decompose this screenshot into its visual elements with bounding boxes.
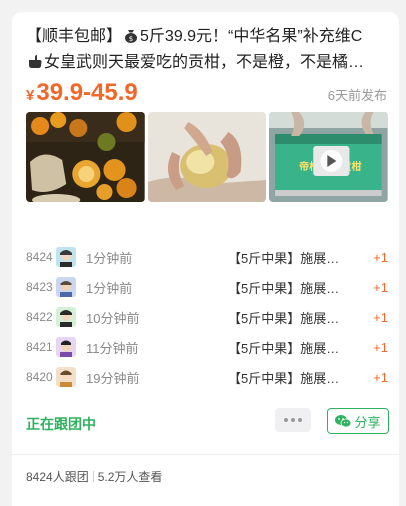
log-row: 8423 1分钟前 【5斤中果】施展… +1	[26, 272, 388, 302]
wechat-icon	[335, 415, 352, 428]
price-range: ¥ 39.9-45.9	[26, 78, 138, 111]
avatar[interactable]	[56, 337, 76, 357]
more-dot	[291, 418, 295, 422]
log-row: 8421 11分钟前 【5斤中果】施展… +1	[26, 332, 388, 362]
product-photo-3[interactable]: 帝柑 贡柑	[269, 112, 389, 202]
followers-count: 8424人跟团	[26, 470, 89, 484]
log-number: 8424	[26, 250, 53, 264]
log-plus: +1	[373, 249, 388, 265]
product-photo-2[interactable]	[147, 112, 267, 202]
avatar[interactable]	[56, 367, 76, 387]
stats-footer: 8424人跟团 5.2万人查看	[26, 468, 162, 485]
log-row: 8420 19分钟前 【5斤中果】施展… +1	[26, 362, 388, 392]
log-item: 【5斤中果】施展…	[228, 280, 340, 296]
log-time: 10分钟前	[86, 310, 140, 326]
log-number: 8420	[26, 370, 53, 384]
price-value: 39.9-45.9	[36, 79, 138, 106]
posted-time: 6天前发布	[327, 88, 387, 103]
log-time: 1分钟前	[86, 280, 133, 296]
log-time: 1分钟前	[86, 250, 133, 266]
log-item: 【5斤中果】施展…	[228, 310, 340, 326]
log-item: 【5斤中果】施展…	[228, 340, 340, 356]
log-plus: +1	[373, 309, 388, 325]
group-buy-card[interactable]: 【顺丰包邮】 $5斤39.9元！“中华名果”补充维C 女皇武则天最爱吃的贡柑，不是橙…	[12, 12, 399, 506]
title-main: 5斤39.9元！“中华名果”补充维C	[140, 28, 363, 45]
log-row: 8422 10分钟前 【5斤中果】施展… +1	[26, 302, 388, 332]
separator	[92, 471, 94, 482]
pointing-hand-icon	[29, 55, 42, 68]
avatar[interactable]	[56, 247, 76, 267]
join-log: 8424 1分钟前 【5斤中果】施展… +1 8423 1分钟前 【5斤中果】施…	[26, 242, 388, 392]
log-row: 8424 1分钟前 【5斤中果】施展… +1	[26, 242, 388, 272]
svg-text:$: $	[129, 35, 133, 43]
avatar[interactable]	[56, 277, 76, 297]
log-time: 19分钟前	[86, 370, 140, 386]
log-item: 【5斤中果】施展…	[228, 250, 340, 266]
log-item: 【5斤中果】施展…	[228, 370, 340, 386]
more-dot	[298, 418, 302, 422]
image-gallery: 帝柑 贡柑	[26, 112, 389, 202]
avatar[interactable]	[56, 307, 76, 327]
product-photo-1[interactable]	[26, 112, 145, 202]
post-title[interactable]: 【顺丰包邮】 $5斤39.9元！“中华名果”补充维C 女皇武则天最爱吃的贡柑，不是橙…	[26, 24, 388, 76]
more-dot	[284, 418, 288, 422]
log-number: 8423	[26, 280, 53, 294]
share-button[interactable]: 分享	[327, 408, 389, 434]
log-plus: +1	[373, 369, 388, 385]
divider	[12, 454, 399, 455]
views-count: 5.2万人查看	[97, 470, 163, 484]
money-bag-icon: $	[125, 30, 138, 43]
log-number: 8422	[26, 310, 53, 324]
share-label: 分享	[354, 414, 381, 430]
log-plus: +1	[373, 279, 388, 295]
more-button[interactable]	[275, 408, 311, 432]
group-status: 正在跟团中	[26, 416, 96, 432]
log-plus: +1	[373, 339, 388, 355]
log-time: 11分钟前	[86, 340, 139, 356]
log-number: 8421	[26, 340, 53, 354]
title-sub: 女皇武则天最爱吃的贡柑，不是橙，不是橘…	[44, 54, 365, 71]
currency-symbol: ¥	[26, 87, 35, 104]
title-tag: 【顺丰包邮】	[26, 28, 123, 45]
